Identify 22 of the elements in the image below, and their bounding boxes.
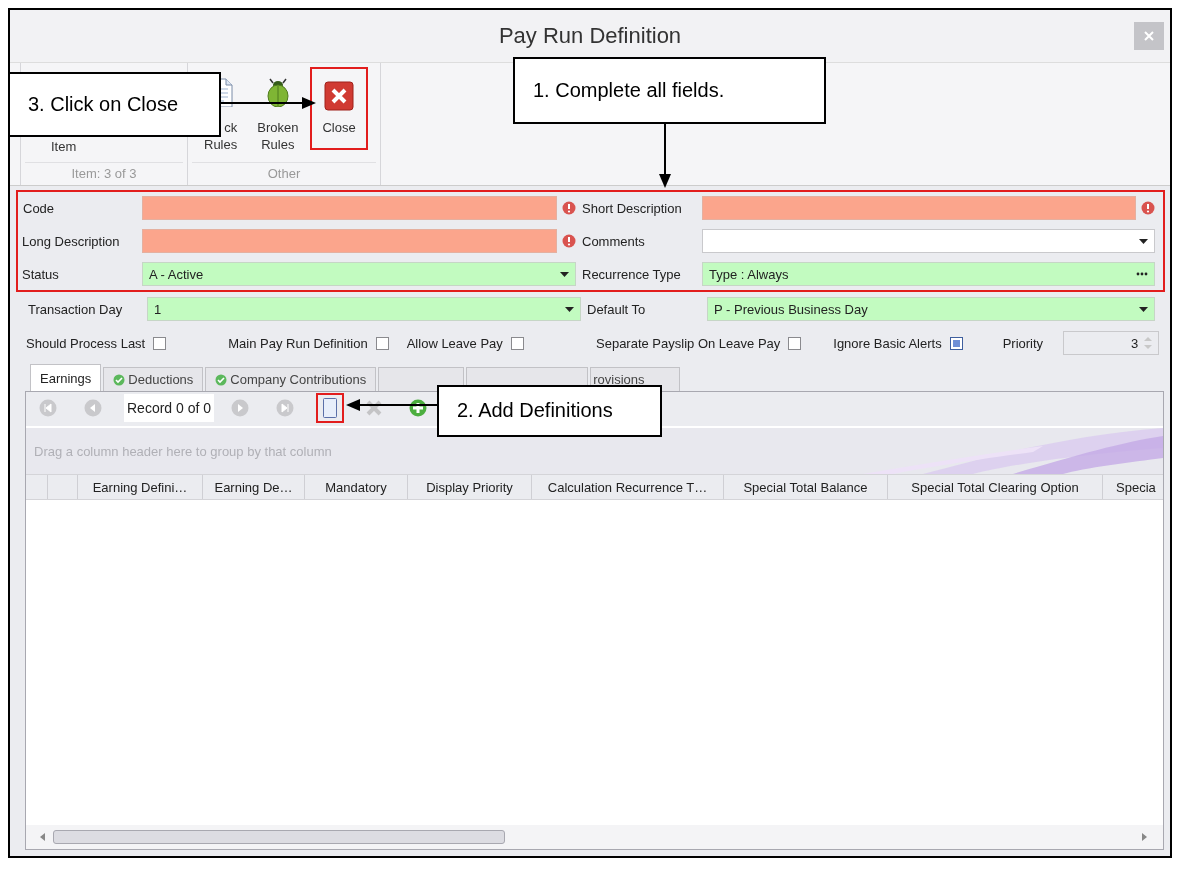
checkbox-label: Should Process Last [26,335,146,351]
instruction-tooltip: 1. Complete all fields. [513,57,826,124]
field-label: Short Description [582,200,683,216]
window-title: Pay Run Definition [498,23,682,49]
checkbox-label: Main Pay Run Definition [228,335,368,351]
checkbox-label: Ignore Basic Alerts [833,335,942,351]
checkbox-label: Allow Leave Pay [406,335,503,351]
instruction-tooltip: 3. Click on Close [8,72,221,137]
field-label: Transaction Day [27,301,124,317]
group-caption: Other [192,162,376,185]
field-label: Long Description [22,233,121,249]
field-label: Recurrence Type [582,266,682,282]
group-panel-hint: Drag a column header here to group by that column [33,443,332,459]
field-label: Status [22,266,60,282]
record-counter: Record 0 of 0 [124,394,215,422]
field-label: Comments [582,233,646,249]
field-label: Code [22,200,56,216]
instruction-tooltip: 2. Add Definitions [437,385,662,437]
field-label: Priority [1002,335,1044,351]
field-label: Default To [587,301,647,317]
group-caption: Item: 3 of 3 [25,162,183,185]
checkbox-label: Separate Payslip On Leave Pay [596,335,781,351]
